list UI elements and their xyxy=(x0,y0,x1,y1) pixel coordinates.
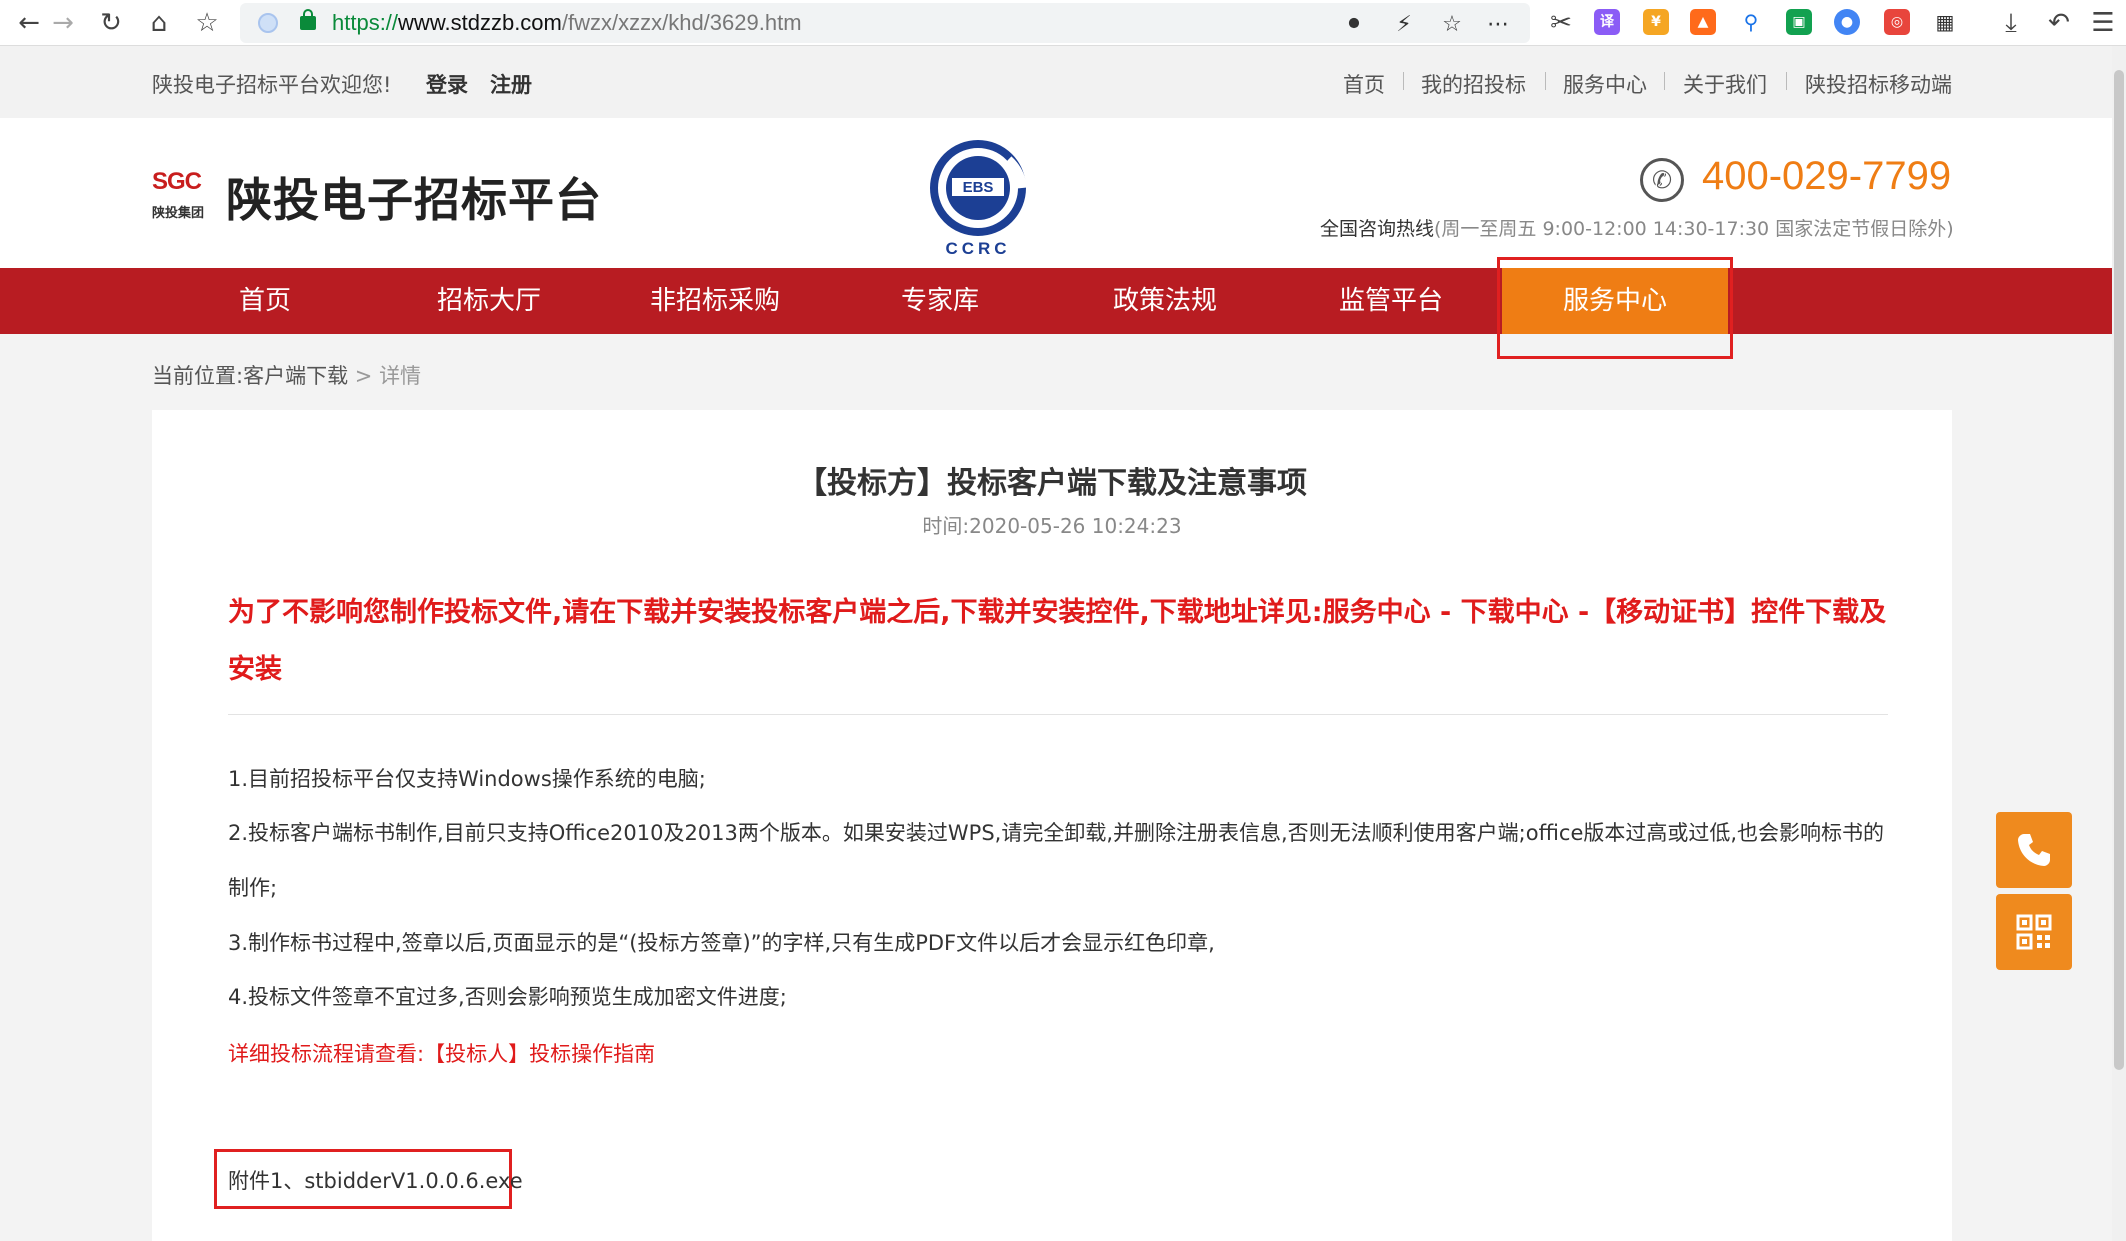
scrollbar-thumb[interactable] xyxy=(2114,70,2124,1070)
chrome-ext-icon[interactable]: ● xyxy=(1834,9,1860,35)
hotline-info: 全国咨询热线(周一至周五 9:00-12:00 14:30-17:30 国家法定… xyxy=(1320,214,1954,241)
float-qrcode-button[interactable] xyxy=(1996,894,2072,970)
lock-icon xyxy=(300,9,316,30)
nav-highlight-box xyxy=(1497,257,1733,359)
note-item: 1.目前招投标平台仅支持Windows操作系统的电脑; xyxy=(228,767,706,791)
note-item: 4.投标文件签章不宜过多,否则会影响预览生成加密文件进度; xyxy=(228,985,787,1009)
note-item: 2.投标客户端标书制作,目前只支持Office2010及2013两个版本。如果安… xyxy=(228,821,1885,900)
nav-supervision[interactable]: 监管平台 xyxy=(1326,268,1456,334)
topnav-service[interactable]: 服务中心 xyxy=(1563,69,1647,99)
nav-bidding-hall[interactable]: 招标大厅 xyxy=(424,268,554,334)
breadcrumb-section[interactable]: 客户端下载 xyxy=(243,364,348,388)
more-icon[interactable]: ⋯ xyxy=(1484,11,1512,39)
url-text[interactable]: https://www.stdzzb.com/fwzx/xzzx/khd/362… xyxy=(332,9,802,37)
reload-icon[interactable]: ↻ xyxy=(94,6,128,40)
note-item: 3.制作标书过程中,签章以后,页面显示的是“(投标方签章)”的字样,只有生成PD… xyxy=(228,931,1215,955)
topnav-home[interactable]: 首页 xyxy=(1343,69,1385,99)
breadcrumb-prefix: 当前位置: xyxy=(152,364,244,388)
hotline-number: 400-029-7799 xyxy=(1702,154,1952,198)
site-header: SGC 陕投集团 陕投电子招标平台 EBS CCRC ✆ 400-029-779… xyxy=(0,118,2112,268)
login-link[interactable]: 登录 xyxy=(426,69,468,99)
topnav-about[interactable]: 关于我们 xyxy=(1683,69,1767,99)
welcome-text: 陕投电子招标平台欢迎您! xyxy=(152,73,392,97)
hotline-label: 全国咨询热线 xyxy=(1320,218,1435,240)
nav-policy[interactable]: 政策法规 xyxy=(1100,268,1230,334)
sgc-logo[interactable]: SGC 陕投集团 xyxy=(152,168,212,222)
article-card: 【投标方】投标客户端下载及注意事项 时间:2020-05-26 10:24:23… xyxy=(152,410,1952,1241)
phone-handset-icon xyxy=(2018,834,2050,866)
badge-mid-text: EBS xyxy=(963,179,994,196)
download-icon[interactable]: ⤓ xyxy=(1994,6,2028,40)
top-info-bar: 陕投电子招标平台欢迎您! 登录 注册 首页 我的招投标 服务中心 关于我们 陕投… xyxy=(0,46,2112,118)
star-icon[interactable]: ☆ xyxy=(1438,11,1466,39)
browser-toolbar: ← → ↻ ⌂ ☆ https://www.stdzzb.com/fwzx/xz… xyxy=(0,0,2126,46)
site-info-icon[interactable] xyxy=(258,13,278,33)
attachment-link[interactable]: 附件1、stbidderV1.0.0.6.exe xyxy=(228,1165,523,1195)
nav-expert-db[interactable]: 专家库 xyxy=(880,268,1000,334)
nav-home[interactable]: 首页 xyxy=(220,268,310,334)
topnav-divider xyxy=(1786,72,1787,90)
content-divider xyxy=(228,714,1888,715)
breadcrumb-sep: > xyxy=(354,364,373,388)
badge-bottom-text: CCRC xyxy=(945,239,1010,258)
guide-link[interactable]: 详细投标流程请查看:【投标人】投标操作指南 xyxy=(228,1038,655,1068)
breadcrumb-current: 详情 xyxy=(379,364,422,388)
screenshot-ext-icon[interactable]: ◎ xyxy=(1884,9,1910,35)
topnav-divider xyxy=(1403,72,1404,90)
bookmarks-icon[interactable]: ☆ xyxy=(190,6,224,40)
phone-icon: ✆ xyxy=(1640,158,1684,202)
back-icon[interactable]: ← xyxy=(12,6,46,40)
breadcrumb: 当前位置:客户端下载 > 详情 xyxy=(152,360,421,390)
topnav-divider xyxy=(1664,72,1665,90)
qrcode-icon xyxy=(2016,914,2052,950)
apps-icon[interactable]: ▦ xyxy=(1932,9,1958,35)
article-title: 【投标方】投标客户端下载及注意事项 xyxy=(797,466,1307,501)
logo-mark-text: SGC xyxy=(152,168,202,195)
key-icon[interactable]: ⚫ xyxy=(1340,11,1368,39)
forward-icon[interactable]: → xyxy=(46,6,80,40)
register-link[interactable]: 注册 xyxy=(490,69,532,99)
main-nav: 首页 招标大厅 非招标采购 专家库 政策法规 监管平台 服务中心 xyxy=(0,268,2112,334)
menu-icon[interactable]: ☰ xyxy=(2086,6,2120,40)
ccrc-badge: EBS CCRC xyxy=(930,140,1030,260)
game-ext-icon[interactable]: ▲ xyxy=(1690,9,1716,35)
topnav-my-bids[interactable]: 我的招投标 xyxy=(1421,69,1526,99)
translate-ext-icon[interactable]: 译 xyxy=(1594,9,1620,35)
undo-icon[interactable]: ↶ xyxy=(2042,6,2076,40)
search-ext-icon[interactable]: ⚲ xyxy=(1738,9,1764,35)
topnav-mobile[interactable]: 陕投招标移动端 xyxy=(1805,69,1952,99)
nav-non-bid-procurement[interactable]: 非招标采购 xyxy=(640,268,790,334)
address-bar[interactable]: https://www.stdzzb.com/fwzx/xzzx/khd/362… xyxy=(240,3,1530,43)
hotline-hours: (周一至周五 9:00-12:00 14:30-17:30 国家法定节假日除外) xyxy=(1434,218,1954,240)
coupon-ext-icon[interactable]: ¥ xyxy=(1643,9,1669,35)
site-title[interactable]: 陕投电子招标平台 xyxy=(226,164,602,230)
logo-group-text: 陕投集团 xyxy=(152,206,205,221)
lightning-icon[interactable]: ⚡ xyxy=(1390,11,1418,39)
article-time: 时间:2020-05-26 10:24:23 xyxy=(922,514,1182,538)
install-warning: 为了不影响您制作投标文件,请在下载并安装投标客户端之后,下载并安装控件,下载地址… xyxy=(228,597,1887,685)
topnav-divider xyxy=(1545,72,1546,90)
float-phone-button[interactable] xyxy=(1996,812,2072,888)
scissors-icon[interactable]: ✂ xyxy=(1544,6,1578,40)
reader-ext-icon[interactable]: ▣ xyxy=(1786,9,1812,35)
home-icon[interactable]: ⌂ xyxy=(142,6,176,40)
